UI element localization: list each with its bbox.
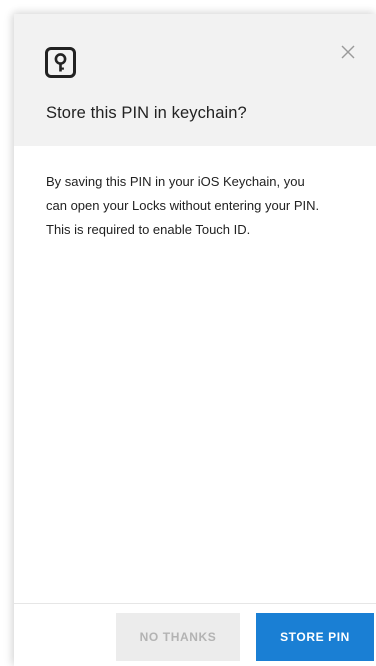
keychain-dialog: Store this PIN in keychain? By saving th…	[14, 14, 376, 666]
store-pin-button[interactable]: STORE PIN	[256, 613, 374, 661]
no-thanks-button[interactable]: NO THANKS	[116, 613, 240, 661]
dialog-title: Store this PIN in keychain?	[46, 104, 247, 122]
close-icon	[341, 45, 355, 59]
footer-divider	[14, 603, 376, 604]
key-icon	[45, 47, 76, 78]
dialog-header: Store this PIN in keychain?	[14, 14, 376, 146]
dialog-message: By saving this PIN in your iOS Keychain,…	[46, 170, 356, 242]
message-line: By saving this PIN in your iOS Keychain,…	[46, 174, 305, 189]
close-button[interactable]	[334, 38, 362, 66]
message-line: This is required to enable Touch ID.	[46, 222, 251, 237]
message-line: can open your Locks without entering you…	[46, 198, 320, 213]
